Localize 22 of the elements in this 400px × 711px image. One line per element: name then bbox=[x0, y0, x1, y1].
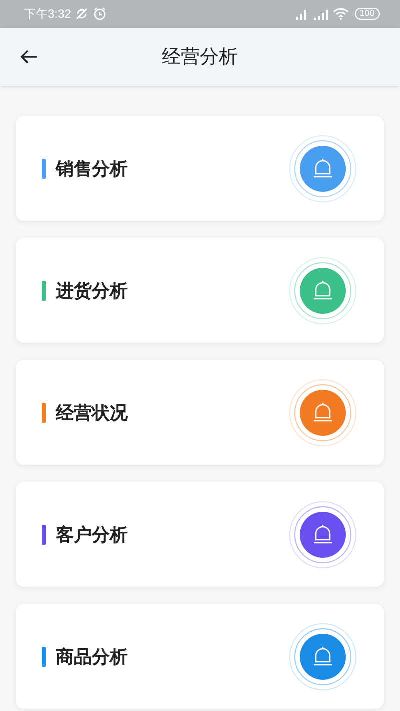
menu-card[interactable]: 商品分析 bbox=[16, 604, 384, 709]
bell-icon bbox=[289, 256, 357, 324]
card-title: 进货分析 bbox=[56, 280, 129, 302]
card-title: 商品分析 bbox=[56, 646, 129, 668]
status-time: 下午3:32 bbox=[24, 6, 72, 22]
menu-card[interactable]: 经营状况 bbox=[16, 360, 384, 465]
page-title: 经营分析 bbox=[162, 45, 238, 70]
alarm-icon bbox=[93, 7, 108, 21]
menu-card[interactable]: 销售分析 bbox=[16, 116, 384, 221]
wifi-icon bbox=[332, 8, 349, 20]
bell-icon bbox=[289, 500, 357, 568]
menu-card[interactable]: 进货分析 bbox=[16, 238, 384, 343]
bell-icon bbox=[289, 622, 357, 690]
sync-off-icon bbox=[75, 7, 90, 21]
card-title: 经营状况 bbox=[56, 402, 129, 424]
bell-icon bbox=[289, 378, 357, 446]
card-title: 客户分析 bbox=[56, 524, 129, 546]
battery-indicator: 100 bbox=[354, 8, 380, 20]
menu-card[interactable]: 客户分析 bbox=[16, 482, 384, 587]
card-title: 销售分析 bbox=[56, 158, 129, 180]
signal-icon bbox=[312, 8, 329, 20]
bell-icon bbox=[289, 134, 357, 202]
